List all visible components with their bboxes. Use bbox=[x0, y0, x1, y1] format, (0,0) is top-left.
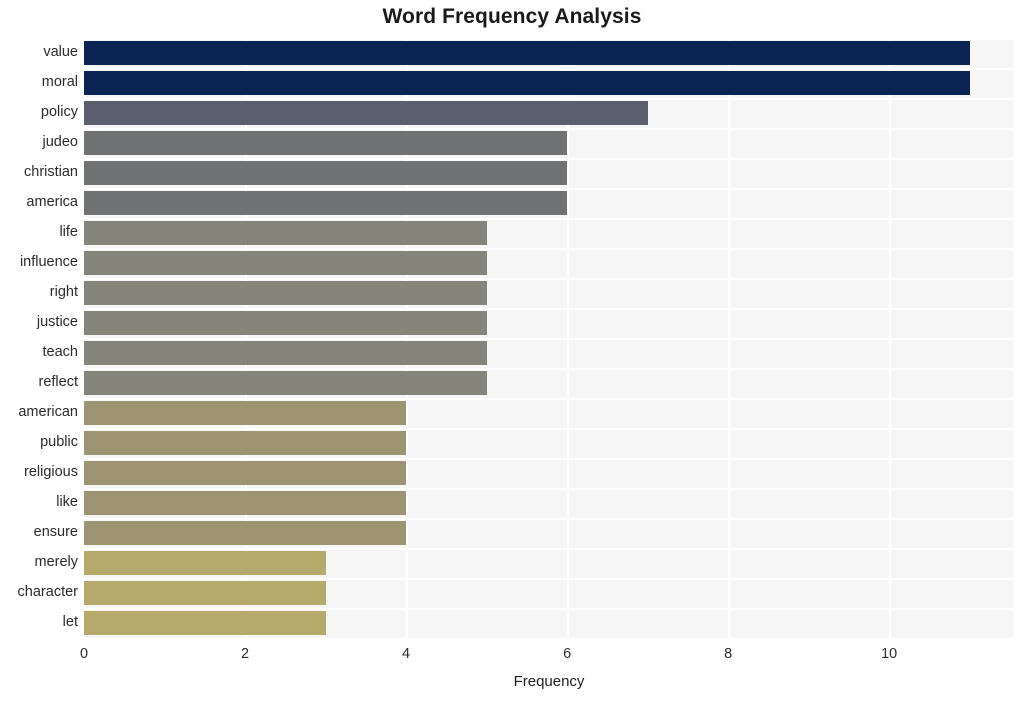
gridline-horizontal-14 bbox=[84, 458, 1014, 460]
bar bbox=[84, 281, 487, 305]
y-axis-tick-label: right bbox=[49, 284, 78, 300]
y-axis-tick-label: like bbox=[56, 494, 78, 510]
gridline-horizontal-9 bbox=[84, 308, 1014, 310]
bar bbox=[84, 341, 487, 365]
bar bbox=[84, 491, 407, 515]
y-axis-tick-label: american bbox=[18, 404, 78, 420]
bar bbox=[84, 71, 970, 95]
x-axis-tick-label: 8 bbox=[724, 646, 733, 662]
gridline-horizontal-8 bbox=[84, 278, 1014, 280]
y-axis: value moral policy judeo christian america lif… bbox=[0, 38, 78, 638]
bar bbox=[84, 101, 648, 125]
bar bbox=[84, 581, 326, 605]
bar bbox=[84, 401, 407, 425]
y-axis-tick-label: value bbox=[43, 44, 78, 60]
bar bbox=[84, 131, 568, 155]
gridline-horizontal-1 bbox=[84, 68, 1014, 70]
gridline-horizontal-15 bbox=[84, 488, 1014, 490]
bar bbox=[84, 161, 568, 185]
bar bbox=[84, 611, 326, 635]
gridline-horizontal-0 bbox=[84, 38, 1014, 40]
y-axis-tick-label: moral bbox=[41, 74, 78, 90]
y-axis-tick-label: religious bbox=[24, 464, 78, 480]
y-axis-tick-label: let bbox=[62, 614, 78, 630]
bar bbox=[84, 251, 487, 275]
y-axis-tick-label: merely bbox=[34, 554, 78, 570]
x-axis-label: Frequency bbox=[513, 673, 585, 690]
gridline-horizontal-16 bbox=[84, 518, 1014, 520]
bar bbox=[84, 311, 487, 335]
bar bbox=[84, 41, 970, 65]
gridline-horizontal-4 bbox=[84, 158, 1014, 160]
gridline-horizontal-11 bbox=[84, 368, 1014, 370]
gridline-horizontal-18 bbox=[84, 578, 1014, 580]
y-axis-tick-label: justice bbox=[36, 314, 78, 330]
y-axis-tick-label: america bbox=[26, 194, 78, 210]
gridline-horizontal-12 bbox=[84, 398, 1014, 400]
bar bbox=[84, 461, 407, 485]
y-axis-tick-label: reflect bbox=[38, 374, 79, 390]
plot-area bbox=[84, 38, 1014, 638]
gridline-horizontal-19 bbox=[84, 608, 1014, 610]
x-axis-tick-label: 6 bbox=[563, 646, 572, 662]
y-axis-tick-label: christian bbox=[24, 164, 78, 180]
x-axis-tick-label: 0 bbox=[79, 646, 89, 662]
x-axis: 0 2 4 6 8 10 bbox=[80, 638, 1014, 668]
chart-title: Word Frequency Analysis bbox=[382, 5, 642, 28]
x-axis-tick-label: 10 bbox=[881, 646, 898, 662]
gridline-horizontal-10 bbox=[84, 338, 1014, 340]
bar bbox=[84, 191, 568, 215]
y-axis-tick-label: character bbox=[17, 584, 78, 600]
gridline-horizontal-6 bbox=[84, 218, 1014, 220]
y-axis-tick-label: policy bbox=[40, 104, 78, 120]
gridline-horizontal-5 bbox=[84, 188, 1014, 190]
word-frequency-chart: Word Frequency Analysis value moral policy… bbox=[0, 0, 1024, 701]
gridline-horizontal-3 bbox=[84, 128, 1014, 130]
bar bbox=[84, 221, 487, 245]
y-axis-tick-label: public bbox=[40, 434, 78, 450]
bar bbox=[84, 521, 407, 545]
y-axis-tick-label: ensure bbox=[33, 524, 78, 540]
y-axis-tick-label: judeo bbox=[42, 134, 78, 150]
y-axis-tick-label: influence bbox=[19, 254, 78, 270]
bar bbox=[84, 371, 487, 395]
y-axis-tick-label: life bbox=[59, 224, 78, 240]
gridline-horizontal-13 bbox=[84, 428, 1014, 430]
x-axis-tick-label: 2 bbox=[240, 646, 250, 662]
gridline-horizontal-2 bbox=[84, 98, 1014, 100]
bar bbox=[84, 551, 326, 575]
bar bbox=[84, 431, 407, 455]
gridline-horizontal-17 bbox=[84, 548, 1014, 550]
x-axis-tick-label: 4 bbox=[402, 646, 411, 662]
gridline-horizontal-7 bbox=[84, 248, 1014, 250]
y-axis-tick-label: teach bbox=[42, 344, 78, 360]
